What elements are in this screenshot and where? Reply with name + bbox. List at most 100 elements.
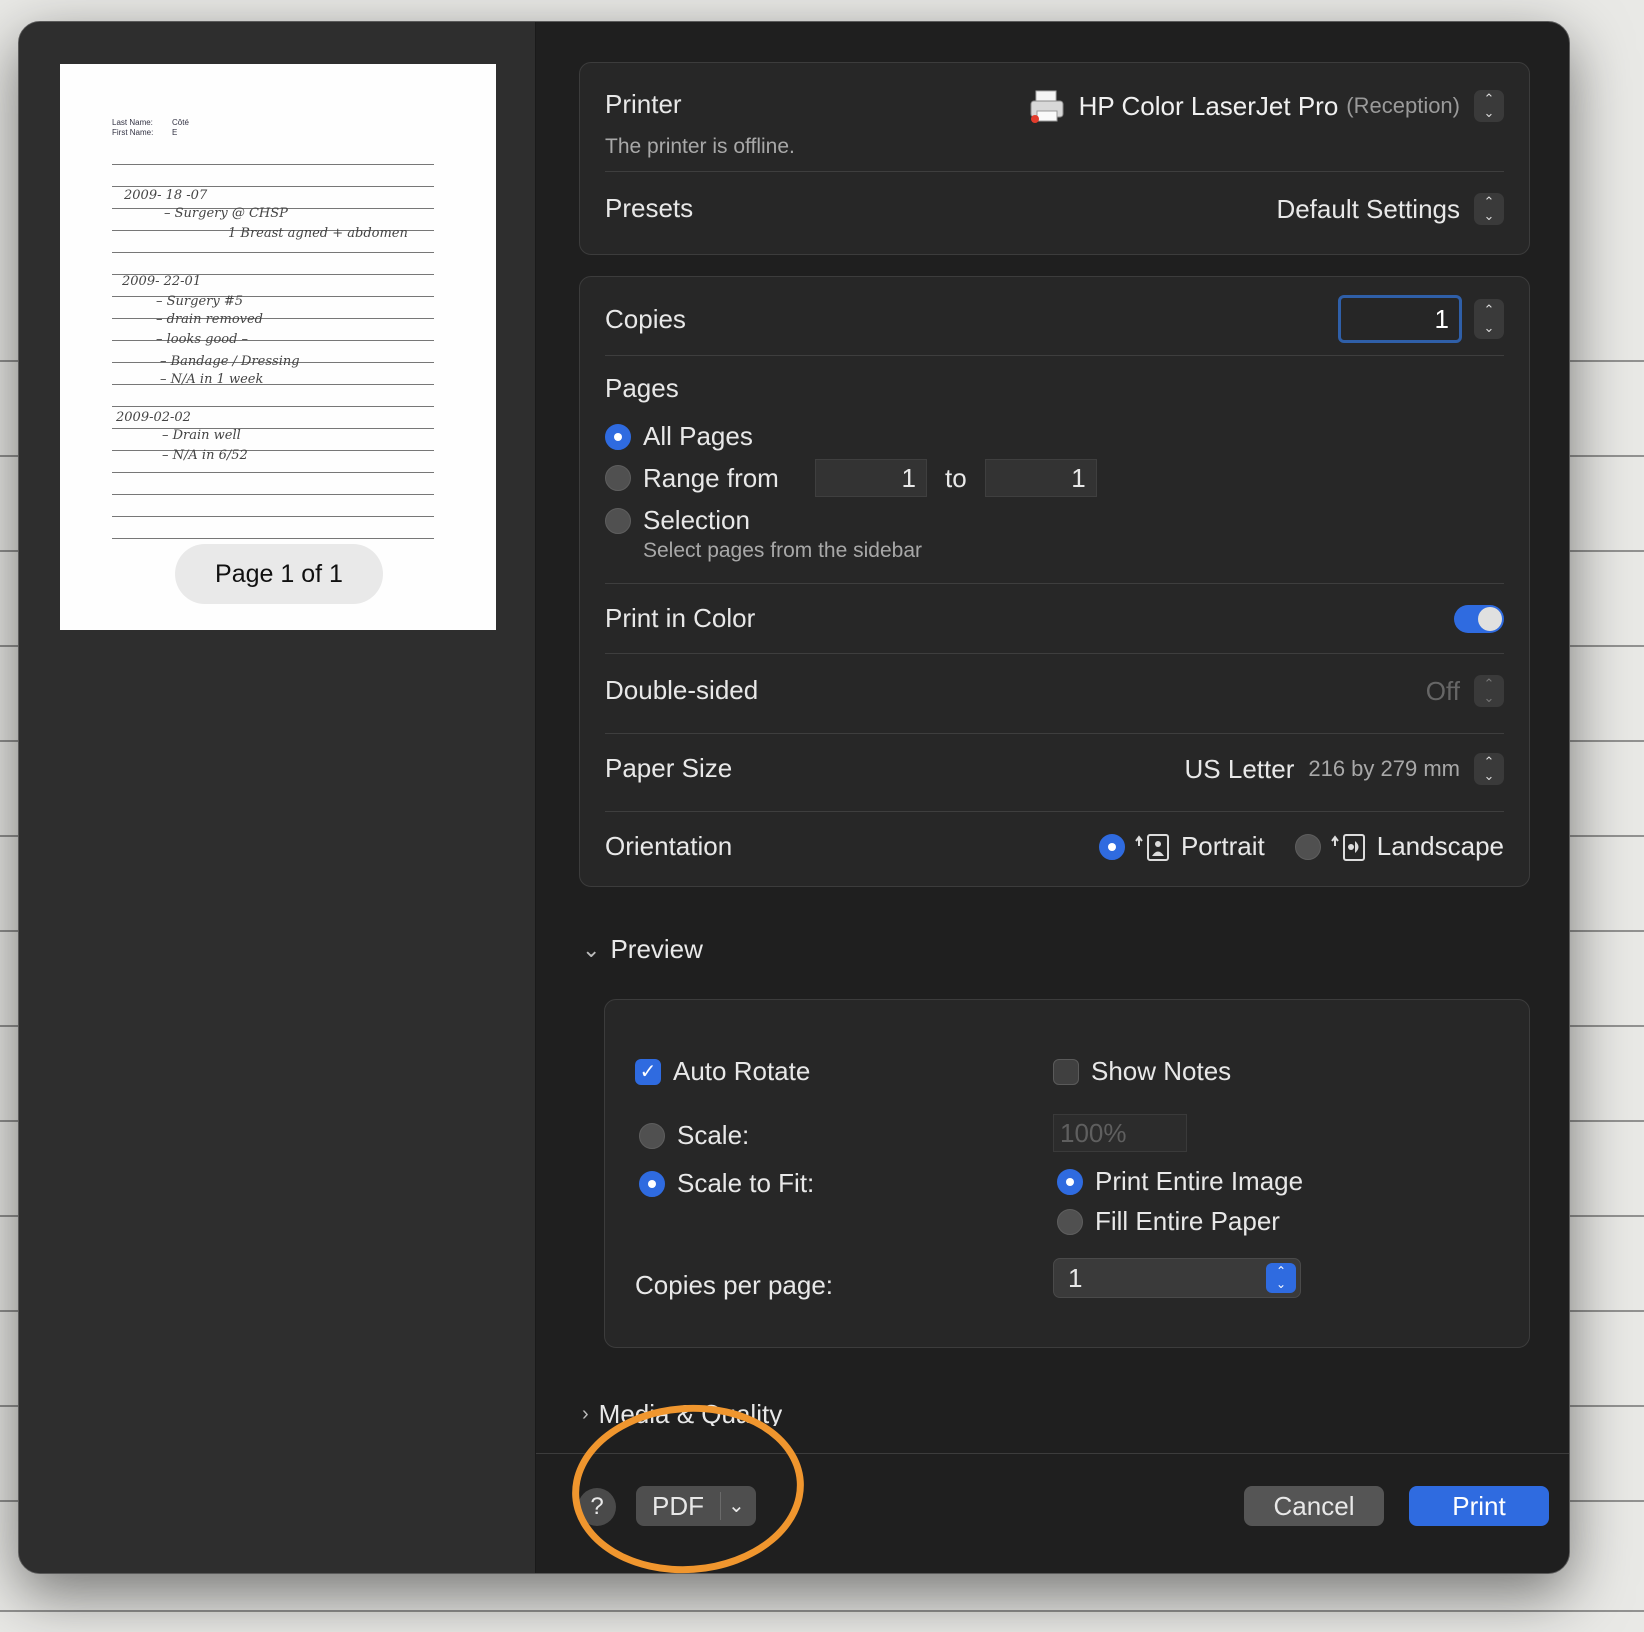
fill-entire-paper-option[interactable]: Fill Entire Paper [1057,1206,1280,1237]
copies-input[interactable]: 1 [1338,295,1462,343]
portrait-orientation-icon [1135,833,1169,861]
preview-disclosure[interactable]: ⌄ Preview [582,934,703,965]
fill-entire-paper-radio[interactable] [1057,1208,1083,1235]
paper-size-label: Paper Size [605,753,733,783]
printer-label: Printer [605,89,682,119]
selection-option[interactable]: Selection [605,505,1504,536]
auto-rotate-checkbox[interactable]: ✓ [635,1058,661,1085]
show-notes-label: Show Notes [1091,1056,1232,1086]
handwriting-line: 2009- 22-01 [122,274,202,289]
handwriting-line: – Surgery #5 [156,294,243,309]
page-indicator: Page 1 of 1 [175,544,383,604]
range-radio[interactable] [605,465,631,491]
scale-to-fit-radio[interactable] [639,1170,665,1197]
portrait-label: Portrait [1180,831,1265,861]
handwriting-line: – Bandage / Dressing [160,354,300,369]
print-button[interactable]: Print [1409,1486,1549,1526]
pdf-label: PDF [652,1491,704,1521]
print-entire-image-option[interactable]: Print Entire Image [1057,1166,1303,1197]
presets-value: Default Settings [1276,193,1460,224]
printer-status: The printer is offline. [605,135,795,158]
up-down-chevron-icon[interactable]: ⌃ ⌄ [1474,193,1504,225]
printer-card: Printer HP Color LaserJet Pro (Reception… [579,62,1530,255]
media-quality-disclosure[interactable]: › Media & Quality [582,1402,782,1426]
scale-label: Scale: [677,1120,750,1150]
print-entire-image-radio[interactable] [1057,1168,1083,1195]
presets-select[interactable]: Default Settings ⌃ ⌄ [1276,193,1504,225]
up-down-chevron-icon[interactable]: ⌃ ⌄ [1474,753,1504,785]
presets-label: Presets [605,193,694,223]
handwriting-line: – N/A in 1 week [160,372,264,387]
print-in-color-label: Print in Color [605,603,756,633]
double-sided-label: Double-sided [605,675,759,705]
selection-label: Selection [643,505,750,535]
pdf-menu-button[interactable]: PDF ⌄ [636,1486,756,1526]
auto-rotate-option[interactable]: ✓ Auto Rotate [635,1056,810,1087]
printer-select[interactable]: HP Color LaserJet Pro (Reception) ⌃ ⌄ [1029,89,1504,123]
chevron-right-icon: › [582,1402,589,1425]
scale-option[interactable]: Scale: [639,1120,749,1151]
handwriting-line: 2009-02-02 [116,410,191,425]
double-sided-select[interactable]: Off ⌃ ⌄ [1426,675,1504,707]
preview-options-card: ✓ Auto Rotate Show Notes Scale: 100% Sca… [604,999,1530,1348]
all-pages-radio[interactable] [605,423,631,450]
landscape-radio[interactable] [1294,833,1321,860]
all-pages-option[interactable]: All Pages [605,421,1504,452]
copies-stepper[interactable]: ⌃ ⌄ [1474,299,1504,339]
print-entire-image-label: Print Entire Image [1095,1166,1304,1196]
portrait-radio[interactable] [1098,833,1125,860]
thumbnail-header: Last Name: Côté First Name: E [112,118,189,137]
landscape-orientation-icon [1330,833,1365,861]
auto-rotate-label: Auto Rotate [673,1056,811,1086]
help-button[interactable]: ? [578,1488,616,1526]
pdf-separator [720,1492,721,1520]
handwriting-line: – Drain well [162,428,241,443]
handwriting-line: – Surgery @ CHSP [164,206,288,221]
printer-name: HP Color LaserJet Pro [1078,90,1339,121]
printer-location: (Reception) [1346,93,1460,118]
double-sided-value: Off [1425,675,1460,706]
printer-icon [1030,90,1064,123]
copies-per-page-select[interactable]: 1 ⌃ ⌄ [1053,1258,1301,1298]
page-thumbnail[interactable]: Last Name: Côté First Name: E 2009- 18 -07… [60,64,496,630]
up-down-chevron-icon: ⌃ ⌄ [1266,1263,1296,1293]
handwriting-line: 1 Breast agned + abdomen [228,226,408,241]
paper-size-value: US Letter [1184,753,1295,784]
print-settings-card: Copies 1 ⌃ ⌄ Pages All Pages Range from 1… [579,276,1530,887]
pages-label: Pages [605,373,679,403]
range-to-label: to [945,462,967,493]
show-notes-option[interactable]: Show Notes [1053,1056,1231,1087]
handwriting-line: – N/A in 6/52 [162,448,248,463]
settings-panel: Printer HP Color LaserJet Pro (Reception… [536,22,1569,1573]
fill-entire-paper-label: Fill Entire Paper [1095,1206,1280,1236]
handwriting-line: – looks good – [156,332,249,347]
scale-radio[interactable] [639,1122,665,1149]
range-from-input[interactable]: 1 [815,459,927,497]
paper-size-dimensions: 216 by 279 mm [1308,756,1460,781]
chevron-down-icon: ⌄ [582,936,601,962]
up-down-chevron-icon[interactable]: ⌃ ⌄ [1474,675,1504,707]
selection-hint: Select pages from the sidebar [643,539,922,562]
all-pages-label: All Pages [643,421,753,451]
selection-radio[interactable] [605,507,631,534]
scale-to-fit-option[interactable]: Scale to Fit: [639,1168,814,1199]
preview-section-title: Preview [610,934,703,964]
copies-per-page-label: Copies per page: [635,1270,834,1300]
copies-label: Copies [605,304,686,334]
preview-sidebar: Last Name: Côté First Name: E 2009- 18 -07… [19,22,536,1573]
show-notes-checkbox[interactable] [1053,1058,1079,1085]
footer-bar: ? PDF ⌄ Cancel Print [536,1454,1569,1573]
range-option[interactable]: Range from 1 to 1 [605,459,1504,497]
up-down-chevron-icon[interactable]: ⌃ ⌄ [1474,90,1504,122]
chevron-down-icon: ⌄ [728,1495,745,1517]
media-quality-title: Media & Quality [598,1402,783,1426]
print-in-color-toggle[interactable] [1454,605,1504,633]
range-to-input[interactable]: 1 [984,459,1097,497]
paper-size-select[interactable]: US Letter 216 by 279 mm ⌃ ⌄ [1185,753,1504,785]
range-label: Range from [643,462,779,493]
scale-input[interactable]: 100% [1053,1114,1187,1152]
scale-to-fit-label: Scale to Fit: [677,1168,815,1198]
print-dialog: Last Name: Côté First Name: E 2009- 18 -07… [18,21,1570,1574]
cancel-button[interactable]: Cancel [1244,1486,1384,1526]
handwriting-line: – drain removed [156,312,264,327]
